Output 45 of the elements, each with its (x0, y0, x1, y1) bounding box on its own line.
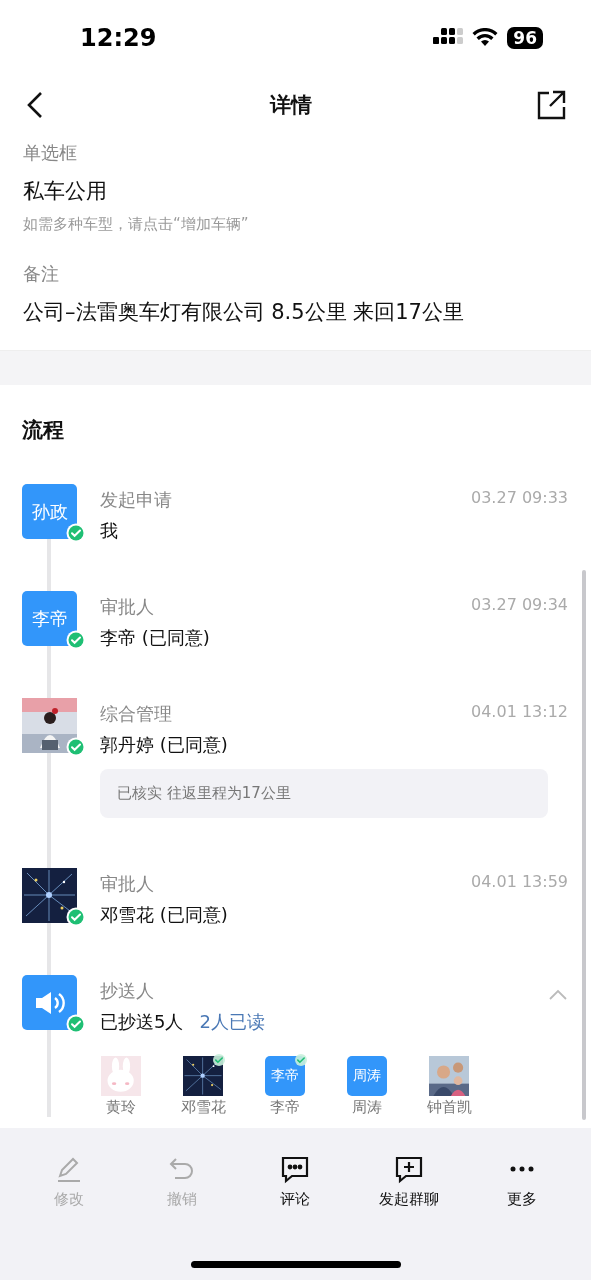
step-time: 04.01 13:12 (471, 702, 568, 721)
read-count-link[interactable]: 2人已读 (199, 1010, 265, 1034)
recipient-name: 邓雪花 (180, 1098, 226, 1117)
battery-level: 96 (507, 26, 543, 49)
avatar: 李帝 (22, 591, 77, 646)
status-time: 12:29 (80, 23, 157, 52)
step-person: 我 (100, 519, 119, 543)
step-person: 郭丹婷 (已同意) (100, 733, 229, 757)
step-role: 综合管理 (100, 702, 172, 726)
field-hint: 如需多种车型，请点击“增加车辆” (23, 215, 250, 234)
recipient-name: 李帝 (270, 1098, 300, 1117)
step-role: 发起申请 (100, 488, 172, 512)
step-role: 抄送人 (100, 979, 154, 1003)
speaker-icon (22, 975, 77, 1030)
step-person: 已抄送5人 (100, 1010, 184, 1034)
recipient-name: 黄玲 (106, 1098, 136, 1117)
check-icon (293, 1052, 309, 1068)
avatar: 李帝 (265, 1056, 305, 1096)
recipient-name: 钟首凯 (426, 1098, 472, 1117)
section-title: 流程 (22, 417, 65, 444)
field-value: 私车公用 (23, 178, 108, 205)
step-time: 03.27 09:34 (471, 595, 568, 614)
toolbar-button[interactable]: 发起群聊 (358, 1154, 459, 1209)
comment-box: 已核实 往返里程为17公里 (100, 769, 548, 818)
toolbar-button[interactable]: 评论 (245, 1154, 346, 1209)
recipient-name: 周涛 (352, 1098, 382, 1117)
step-person: 李帝 (已同意) (100, 626, 211, 650)
share-icon[interactable] (535, 89, 567, 121)
comment-icon (280, 1154, 311, 1184)
step-role: 审批人 (100, 872, 154, 896)
check-icon (211, 1052, 227, 1068)
avatar: 孙政 (22, 484, 77, 539)
step-time: 04.01 13:59 (471, 872, 568, 891)
step-person: 邓雪花 (已同意) (100, 903, 229, 927)
step-time: 03.27 09:33 (471, 488, 568, 507)
step-role: 审批人 (100, 595, 154, 619)
add-chat-icon (393, 1154, 424, 1184)
field-label: 备注 (23, 262, 60, 286)
more-icon (509, 1166, 536, 1172)
field-value: 公司–法雷奥车灯有限公司 8.5公里 来回17公里 (23, 299, 465, 326)
wifi-icon (472, 28, 499, 47)
page-title: 详情 (269, 92, 312, 119)
toolbar-button[interactable]: 更多 (472, 1154, 573, 1209)
field-label: 单选框 (23, 141, 78, 165)
avatar: 周涛 (347, 1056, 387, 1096)
